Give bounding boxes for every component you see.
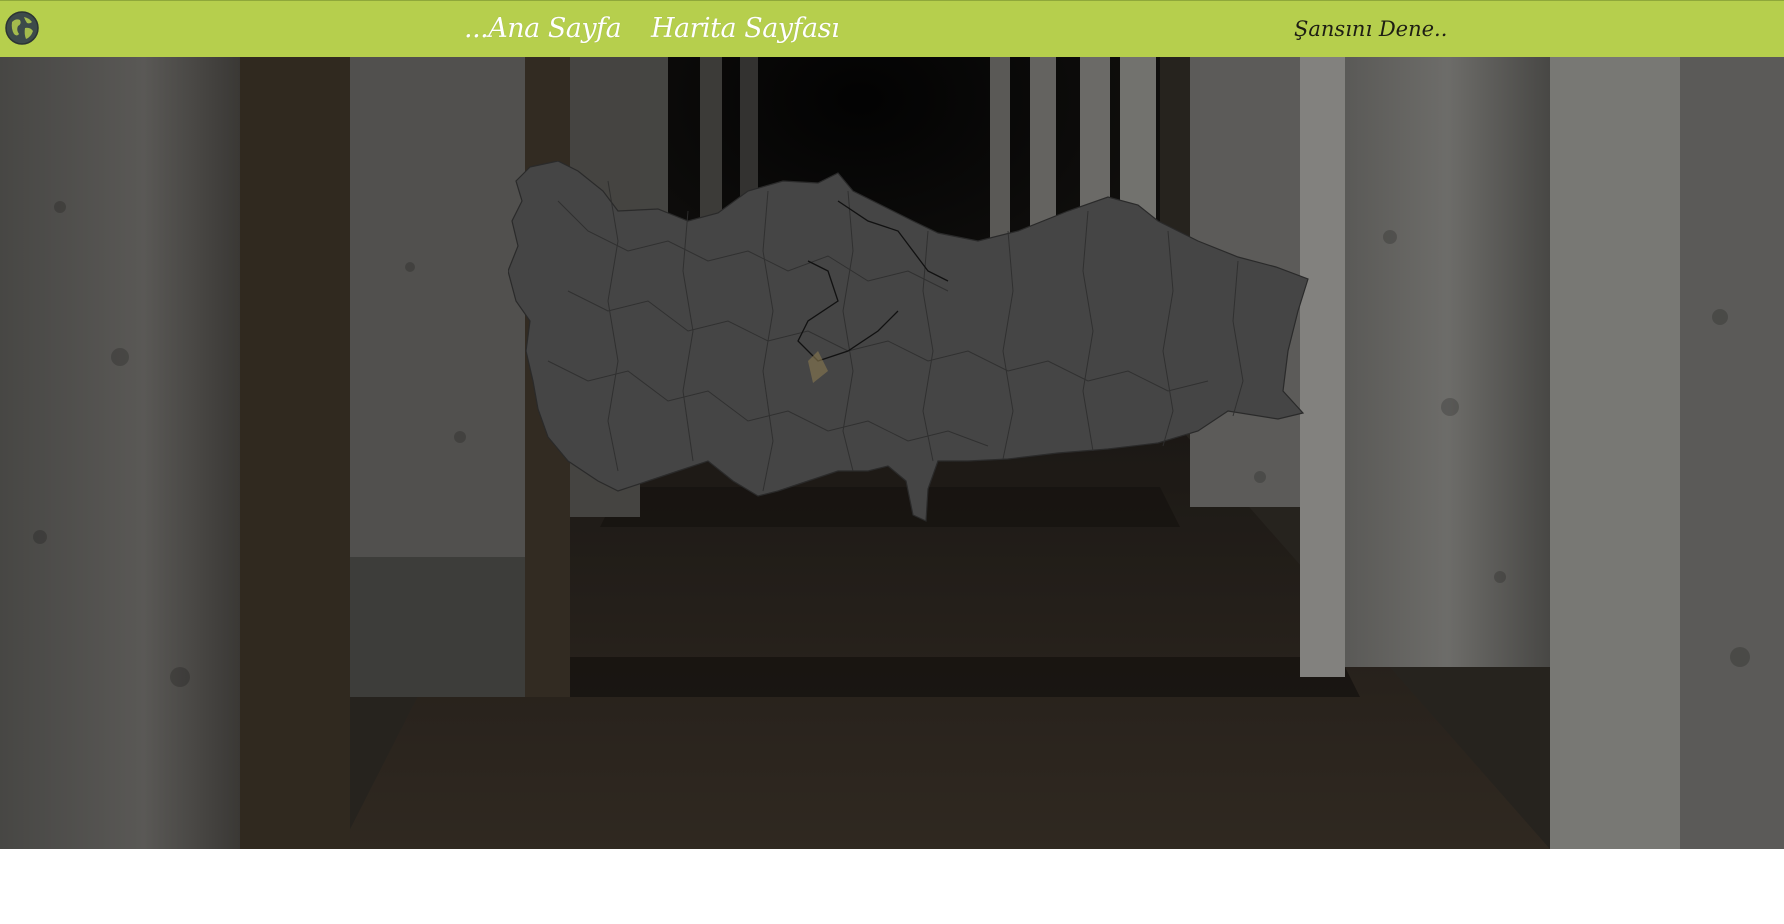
globe-icon[interactable] bbox=[4, 10, 40, 46]
map-outline[interactable] bbox=[508, 161, 1309, 522]
turkey-map[interactable] bbox=[508, 161, 1316, 531]
nav-map-link[interactable]: Harita Sayfası bbox=[651, 13, 840, 44]
nav-home-link[interactable]: ...Ana Sayfa bbox=[464, 13, 622, 44]
navbar: ...Ana Sayfa Harita Sayfası Şansını Dene… bbox=[0, 0, 1784, 57]
nav-luck-link[interactable]: Şansını Dene.. bbox=[1294, 17, 1447, 41]
hero-section bbox=[0, 57, 1784, 849]
